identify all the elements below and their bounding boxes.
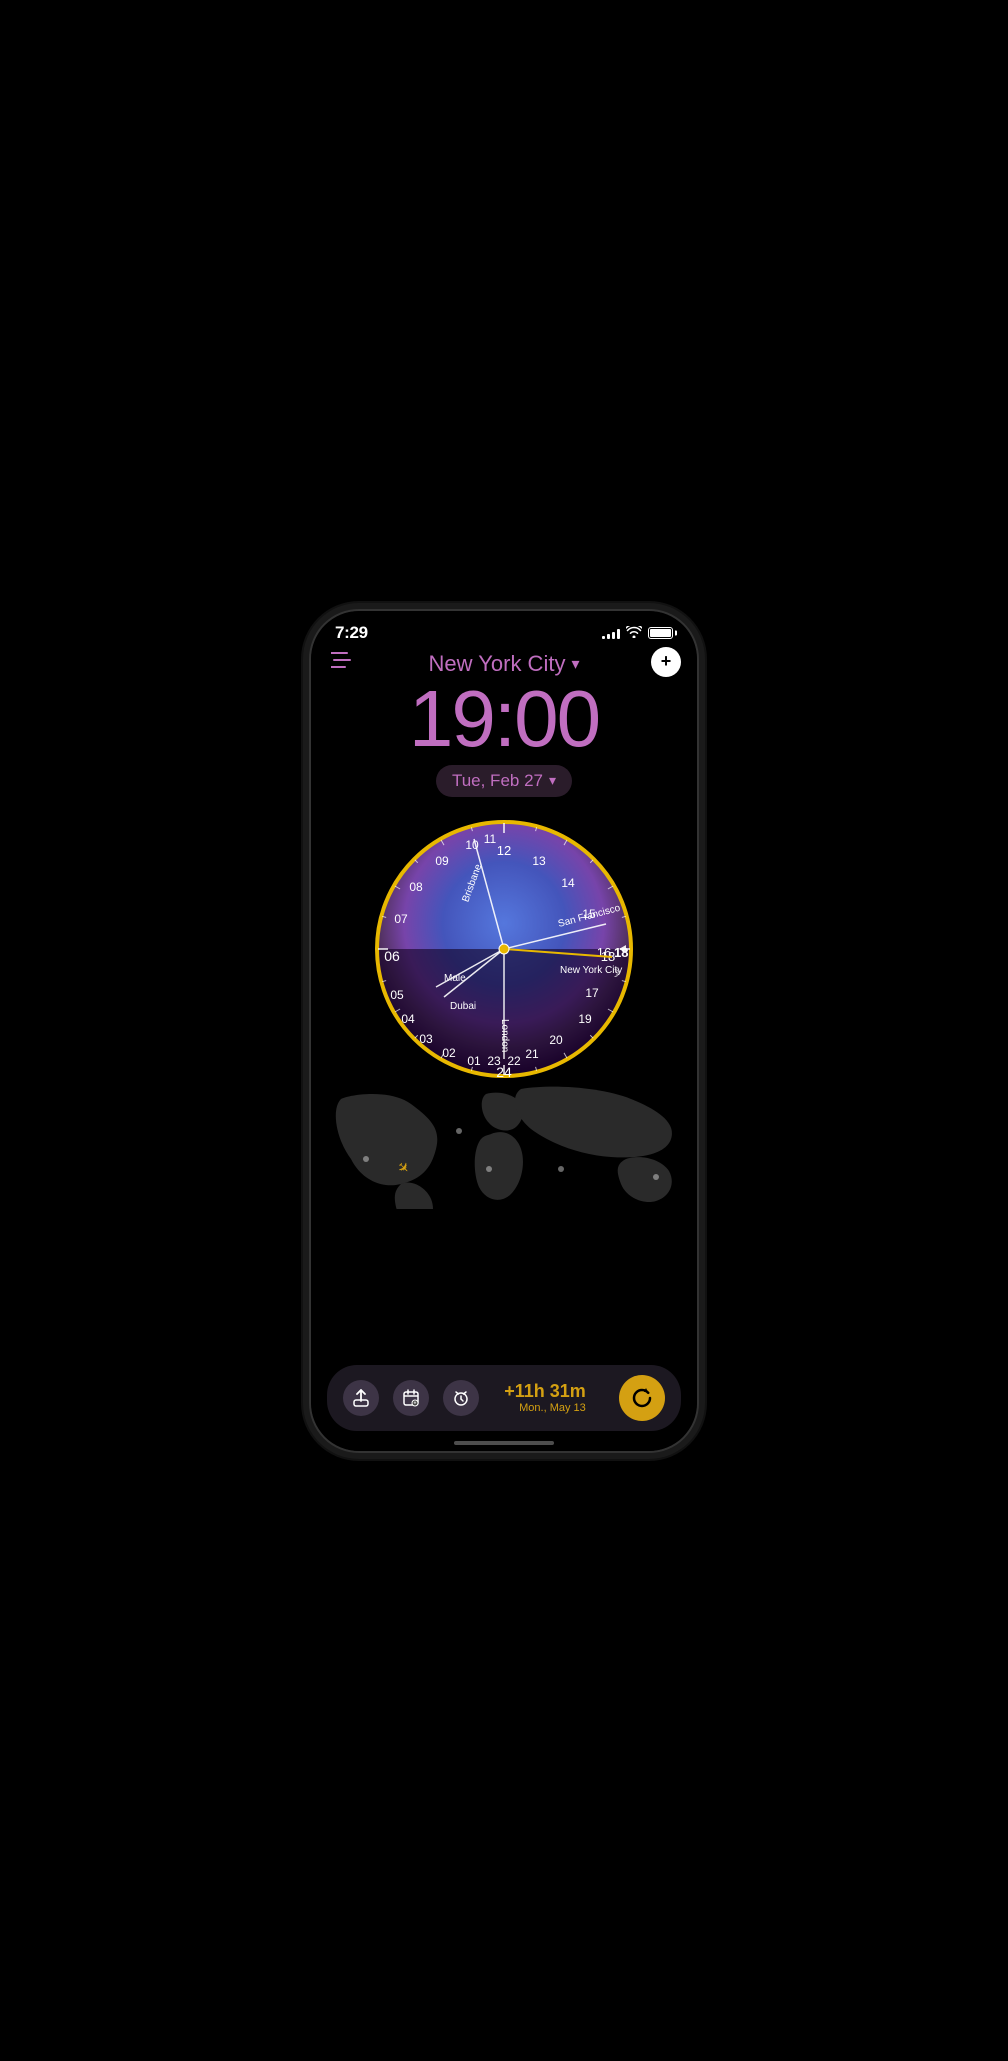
header: New York City ▾ + 19:00 Tue, Feb 27 ▾ <box>311 643 697 797</box>
date-chevron-icon: ▾ <box>549 772 556 789</box>
wifi-icon <box>626 625 642 641</box>
svg-text:11: 11 <box>484 832 497 846</box>
clock-dial: 12 13 14 15 16 17 18 18 19 20 21 22 23 2… <box>364 809 644 1089</box>
status-time: 7:29 <box>335 623 368 643</box>
time-diff-label: +11h 31m <box>504 1381 586 1402</box>
svg-text:07: 07 <box>394 912 408 926</box>
main-time: 19:00 <box>409 679 599 759</box>
svg-text:☽: ☽ <box>610 968 620 980</box>
svg-text:03: 03 <box>419 1032 433 1046</box>
svg-text:18: 18 <box>614 945 628 960</box>
refresh-button[interactable] <box>619 1375 665 1421</box>
svg-text:06: 06 <box>384 948 400 964</box>
svg-text:20: 20 <box>549 1033 563 1047</box>
svg-text:+: + <box>414 1400 417 1406</box>
svg-text:02: 02 <box>442 1046 456 1060</box>
city-chevron-icon: ▾ <box>571 654 579 674</box>
add-button[interactable]: + <box>651 647 681 677</box>
city-row[interactable]: New York City ▾ <box>429 651 580 677</box>
svg-text:08: 08 <box>409 880 423 894</box>
bottom-icons: + <box>343 1380 479 1416</box>
time-diff-date: Mon., May 13 <box>519 1402 586 1414</box>
world-map: ✈ <box>311 1079 697 1209</box>
svg-text:12: 12 <box>497 843 511 858</box>
svg-text:01: 01 <box>467 1054 481 1068</box>
world-map-svg: ✈ <box>311 1079 697 1209</box>
calendar-button[interactable]: + <box>393 1380 429 1416</box>
menu-icon[interactable] <box>331 651 353 673</box>
svg-text:05: 05 <box>390 988 404 1002</box>
share-button[interactable] <box>343 1380 379 1416</box>
clock-container: 12 13 14 15 16 17 18 18 19 20 21 22 23 2… <box>311 809 697 1089</box>
svg-text:24: 24 <box>496 1064 512 1080</box>
battery-icon <box>648 627 673 639</box>
dynamic-island <box>487 621 522 633</box>
date-text: Tue, Feb 27 <box>452 771 543 791</box>
alarm-button[interactable] <box>443 1380 479 1416</box>
svg-text:04: 04 <box>401 1012 415 1026</box>
svg-text:17: 17 <box>585 986 599 1000</box>
svg-text:19: 19 <box>578 1012 592 1026</box>
svg-text:13: 13 <box>532 854 546 868</box>
phone-frame: 7:29 <box>309 609 699 1453</box>
svg-text:21: 21 <box>525 1047 539 1061</box>
signal-icon <box>602 627 620 639</box>
time-diff: +11h 31m Mon., May 13 <box>504 1381 586 1414</box>
date-pill[interactable]: Tue, Feb 27 ▾ <box>436 765 572 797</box>
status-icons <box>602 625 673 641</box>
bottom-bar: + +11h 31m Mon., May 13 <box>327 1365 681 1431</box>
phone-screen: 7:29 <box>311 611 697 1451</box>
svg-text:London: London <box>499 1019 510 1052</box>
svg-text:09: 09 <box>435 854 449 868</box>
svg-text:Dubai: Dubai <box>450 1001 476 1012</box>
svg-text:14: 14 <box>561 876 575 890</box>
city-name: New York City <box>429 651 566 677</box>
home-indicator <box>454 1441 554 1445</box>
